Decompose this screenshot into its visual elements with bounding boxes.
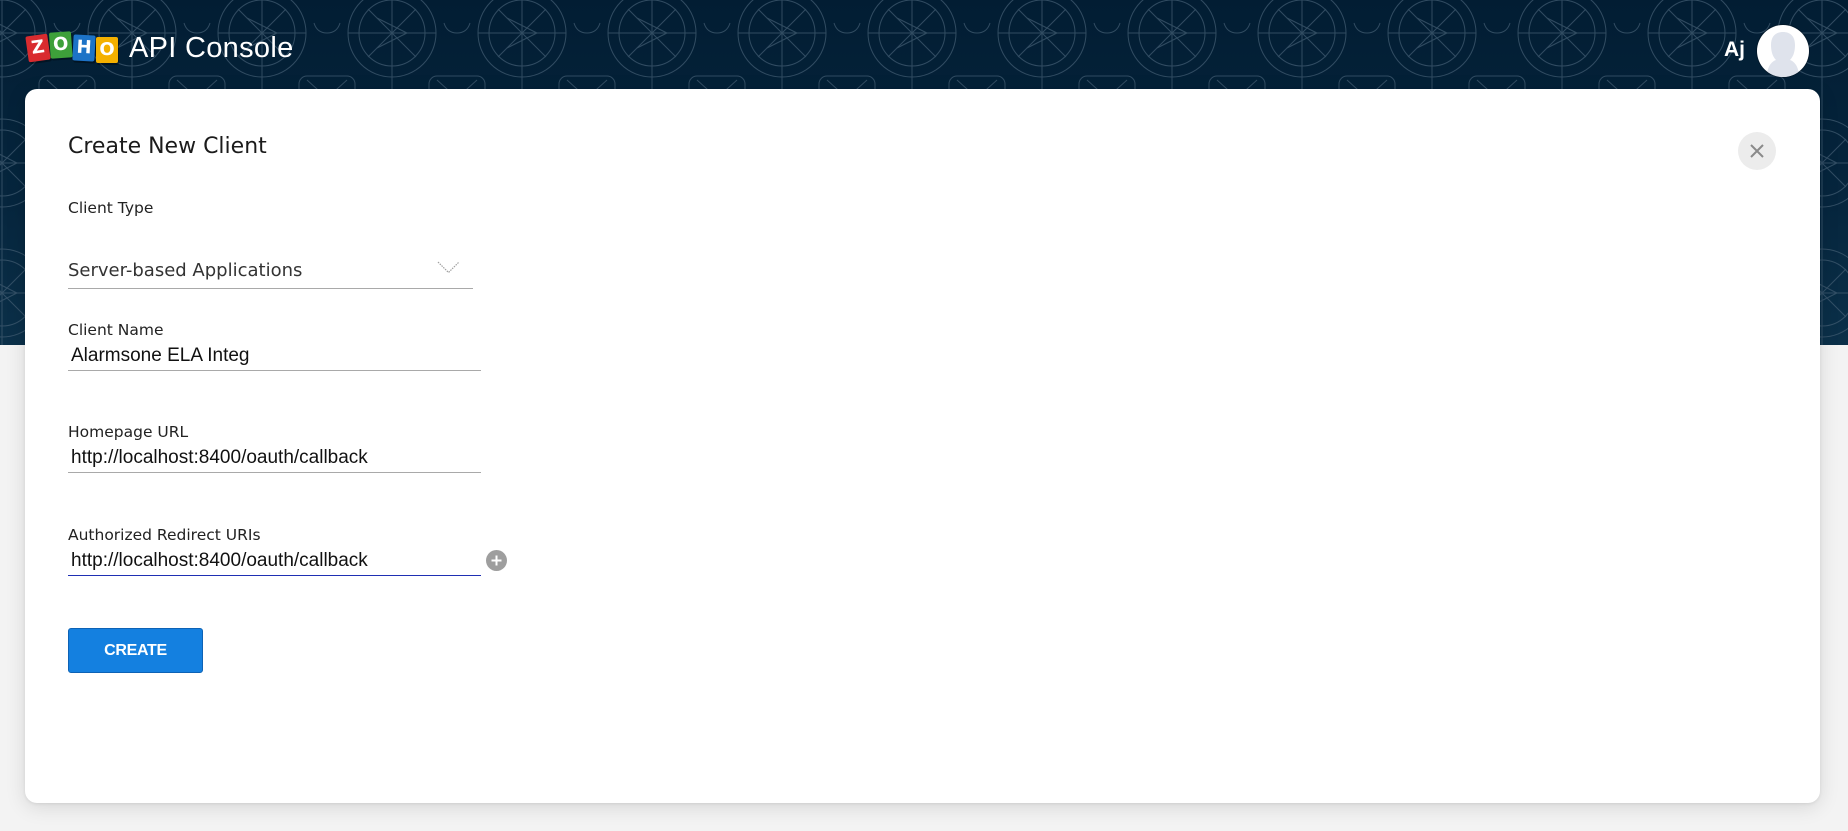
create-button[interactable]: CREATE: [68, 628, 203, 673]
user-initials[interactable]: Aj: [1724, 38, 1745, 62]
brand[interactable]: Z O H O API Console: [25, 29, 294, 67]
logo-letter: Z: [25, 33, 51, 63]
logo-letter: H: [72, 34, 96, 62]
client-name-input[interactable]: [68, 341, 481, 371]
user-avatar-icon[interactable]: [1757, 25, 1809, 77]
avatar-silhouette-icon: [1767, 32, 1799, 77]
create-client-dialog: Create New Client Client Type Server-bas…: [25, 89, 1820, 803]
client-type-value: Server-based Applications: [68, 260, 303, 281]
homepage-url-label: Homepage URL: [68, 423, 189, 441]
add-redirect-uri-button[interactable]: [486, 550, 507, 571]
logo-letter: O: [48, 31, 73, 59]
redirect-uris-label: Authorized Redirect URIs: [68, 526, 261, 544]
plus-circle-icon: [491, 555, 502, 566]
close-icon: [1750, 144, 1764, 158]
app-title: API Console: [129, 31, 294, 64]
chevron-down-icon: [437, 261, 460, 274]
logo-letter: O: [96, 37, 118, 63]
close-button[interactable]: [1738, 132, 1776, 170]
client-name-label: Client Name: [68, 321, 164, 339]
homepage-url-input[interactable]: [68, 443, 481, 473]
redirect-uri-input[interactable]: [68, 546, 481, 576]
zoho-logo: Z O H O: [25, 31, 119, 63]
client-type-label: Client Type: [68, 199, 154, 217]
client-type-select[interactable]: Server-based Applications: [68, 254, 473, 289]
dialog-title: Create New Client: [68, 134, 267, 159]
